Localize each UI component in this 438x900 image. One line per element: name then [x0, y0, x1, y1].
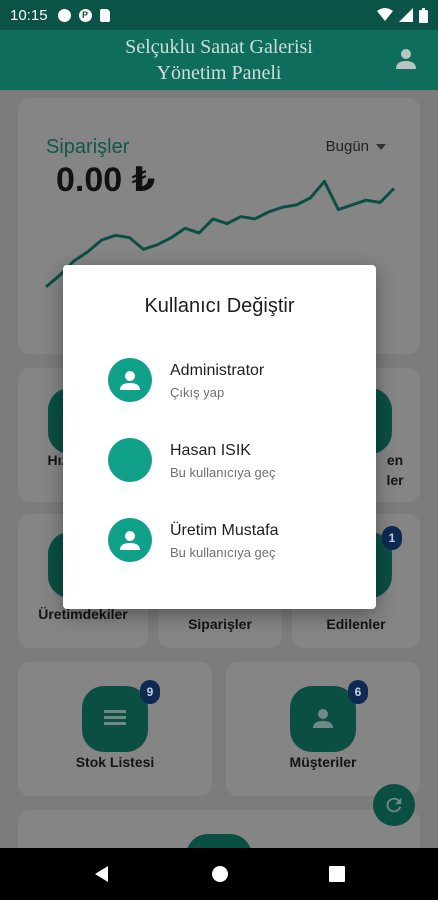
user-row-uretim-mustafa[interactable]: Üretim Mustafa Bu kullanıcıya geç	[108, 518, 358, 568]
tile-stock-list-icon	[82, 686, 148, 752]
wifi-icon	[377, 8, 393, 21]
user-subtitle: Çıkış yap	[170, 385, 225, 400]
recents-icon[interactable]	[329, 866, 345, 882]
user-name: Üretim Mustafa	[170, 522, 279, 539]
tile-row4-icon	[186, 834, 252, 848]
tile-customers[interactable]: 6 Müşteriler	[226, 662, 420, 796]
sd-card-icon	[99, 8, 110, 22]
back-icon[interactable]	[93, 865, 111, 883]
user-subtitle: Bu kullanıcıya geç	[170, 465, 276, 480]
user-name: Administrator	[170, 362, 265, 379]
system-nav-bar	[0, 848, 438, 900]
user-subtitle: Bu kullanıcıya geç	[170, 545, 276, 560]
avatar	[108, 518, 152, 562]
status-bar: 10:15 P	[0, 0, 438, 30]
battery-icon	[419, 7, 428, 23]
app-title: Selçuklu Sanat Galerisi Yönetim Paneli	[125, 34, 313, 86]
tile-delivered-badge: 1	[382, 526, 402, 550]
tile-row4[interactable]	[18, 810, 420, 848]
tile-customers-icon	[290, 686, 356, 752]
signal-icon	[399, 8, 413, 22]
person-icon	[120, 531, 140, 550]
notification-icon	[57, 8, 71, 22]
user-row-hasan-isik[interactable]: Hasan ISIK Bu kullanıcıya geç	[108, 438, 358, 488]
app-title-line1: Selçuklu Sanat Galerisi	[125, 36, 313, 58]
tile-stock-list[interactable]: 9 Stok Listesi	[18, 662, 212, 796]
tile-stock-list-badge: 9	[140, 680, 160, 704]
switch-user-dialog: Kullanıcı Değiştir Administrator Çıkış y…	[63, 265, 376, 609]
dialog-title: Kullanıcı Değiştir	[144, 295, 295, 317]
app-bar: Selçuklu Sanat Galerisi Yönetim Paneli	[0, 30, 438, 90]
user-row-administrator[interactable]: Administrator Çıkış yap	[108, 358, 358, 408]
refresh-button[interactable]	[373, 784, 415, 826]
person-icon	[120, 371, 140, 390]
avatar	[108, 438, 152, 482]
list-icon	[104, 710, 126, 725]
home-icon[interactable]	[211, 865, 229, 883]
app-notification-icon: P	[78, 8, 92, 22]
user-name: Hasan ISIK	[170, 442, 251, 459]
tile-completed-orders-label: Siparişler	[188, 616, 252, 632]
tile-stock-list-label: Stok Listesi	[75, 754, 155, 770]
account-icon[interactable]	[394, 46, 418, 70]
tile-customers-label: Müşteriler	[289, 754, 357, 770]
tile-delivered-label: Edilenler	[326, 616, 386, 632]
tile-row1-right-label: en ler	[386, 452, 404, 488]
tile-customers-badge: 6	[348, 680, 368, 704]
refresh-icon	[386, 797, 402, 813]
person-icon	[313, 709, 333, 728]
app-title-line2: Yönetim Paneli	[156, 62, 282, 84]
avatar	[108, 358, 152, 402]
status-time: 10:15	[10, 6, 48, 24]
